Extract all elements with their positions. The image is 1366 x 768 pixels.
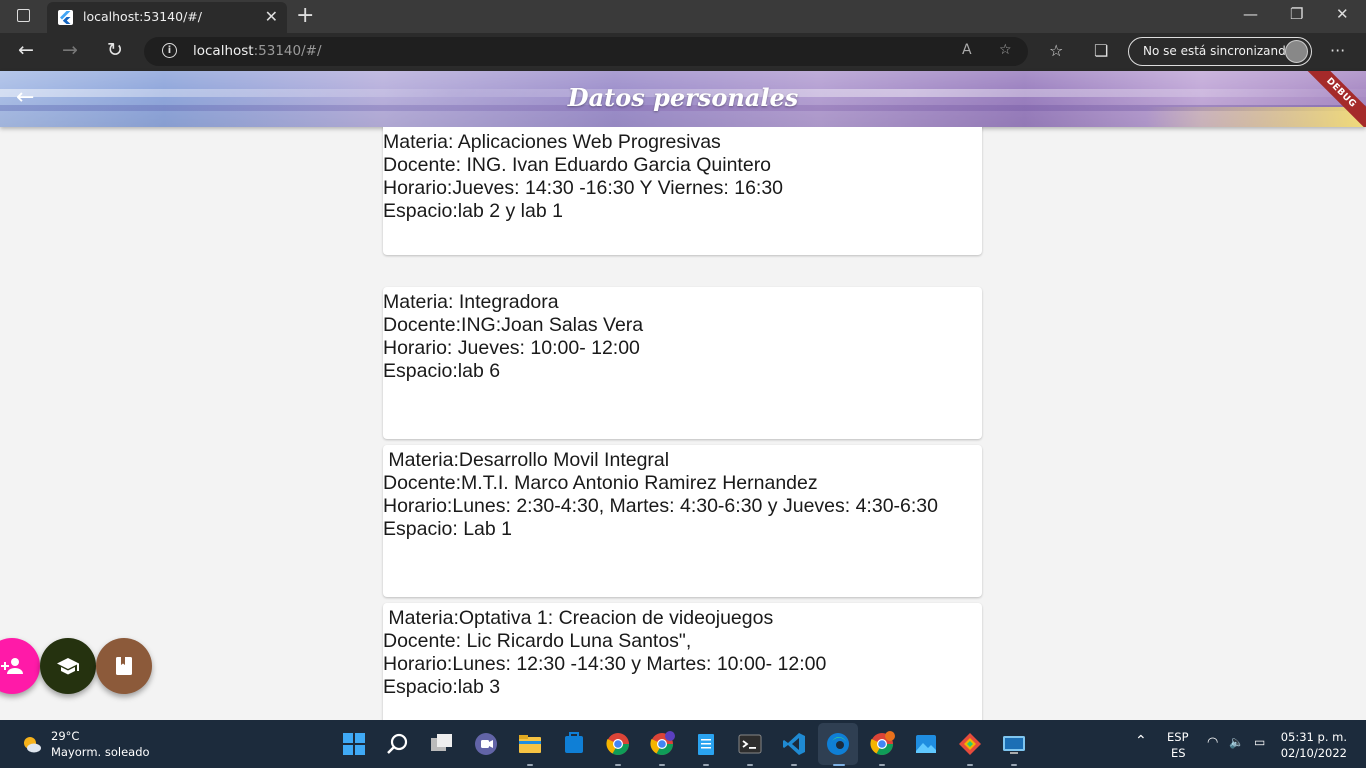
windows-taskbar: 29°C Mayorm. soleado ⌃ ESP ES ◠ 🔈 ▭ 05:3… (0, 720, 1366, 768)
course-schedule: Horario:Lunes: 12:30 -14:30 y Martes: 10… (383, 653, 827, 675)
more-menu-icon[interactable]: ··· (1330, 41, 1345, 60)
keyboard-layout[interactable]: ES (1171, 746, 1186, 760)
course-room: Espacio:lab 3 (383, 676, 501, 698)
course-card: Materia:Optativa 1: Creacion de videojue… (383, 603, 982, 720)
collections-icon[interactable]: ❏ (1094, 41, 1108, 60)
photos-icon[interactable] (913, 731, 939, 757)
new-tab-icon[interactable]: + (296, 3, 314, 28)
tab-close-icon[interactable]: ✕ (265, 7, 278, 26)
course-teacher: Docente: Lic Ricardo Luna Santos", (383, 630, 692, 652)
course-subject: Materia: Aplicaciones Web Progresivas (383, 131, 721, 153)
avatar (1285, 40, 1308, 63)
running-indicator (747, 764, 753, 766)
git-tool-icon[interactable] (957, 731, 983, 757)
wifi-icon[interactable]: ◠ (1207, 735, 1218, 750)
weather-temperature: 29°C (51, 729, 80, 743)
forward-icon: → (62, 39, 78, 61)
file-explorer-icon[interactable] (517, 731, 543, 757)
course-schedule: Horario: Jueves: 10:00- 12:00 (383, 337, 640, 359)
running-indicator (527, 764, 533, 766)
weather-sun-icon[interactable] (21, 733, 43, 755)
course-list[interactable]: Materia: Aplicaciones Web Progresivas Do… (0, 127, 1366, 720)
profile-sync-button[interactable]: No se está sincronizando (1128, 37, 1312, 66)
course-card: Materia:Desarrollo Movil Integral Docent… (383, 445, 982, 597)
running-indicator (791, 764, 797, 766)
browser-tab[interactable]: localhost:53140/#/ ✕ (47, 2, 287, 33)
add-favorite-icon[interactable]: ☆ (999, 42, 1012, 58)
browser-tab-strip: localhost:53140/#/ ✕ + — ❐ ✕ (0, 0, 1366, 33)
remote-desktop-icon[interactable] (1001, 731, 1027, 757)
person-add-icon (1, 658, 23, 674)
sync-label: No se está sincronizando (1143, 44, 1294, 58)
close-window-icon[interactable]: ✕ (1336, 5, 1349, 23)
vscode-icon[interactable] (781, 731, 807, 757)
terminal-icon[interactable] (737, 731, 763, 757)
minimize-icon[interactable]: — (1243, 5, 1258, 23)
address-bar-row: ← → ↻ i localhost:53140/#/ A ☆ ☆ ❏ No se… (0, 33, 1366, 71)
course-teacher: Docente: ING. Ivan Eduardo Garcia Quinte… (383, 154, 772, 176)
chrome-icon[interactable] (605, 731, 631, 757)
chrome-work-icon[interactable] (869, 731, 895, 757)
running-indicator (659, 764, 665, 766)
running-indicator (1011, 764, 1017, 766)
running-indicator (967, 764, 973, 766)
book-button[interactable] (96, 638, 152, 694)
back-icon[interactable]: ← (18, 39, 34, 61)
course-room: Espacio:lab 6 (383, 360, 501, 382)
course-room: Espacio:lab 2 y lab 1 (383, 200, 563, 222)
clock-time: 05:31 p. m. (1280, 730, 1347, 744)
chrome-profile-icon[interactable] (649, 731, 675, 757)
weather-condition: Mayorm. soleado (51, 745, 150, 759)
url-input[interactable]: i localhost:53140/#/ A ☆ (144, 37, 1028, 66)
running-indicator (703, 764, 709, 766)
notepad-icon[interactable] (693, 731, 719, 757)
school-icon (57, 658, 79, 675)
course-schedule: Horario:Lunes: 2:30-4:30, Martes: 4:30-6… (383, 495, 938, 517)
active-indicator (833, 764, 845, 766)
teams-chat-icon[interactable] (473, 731, 499, 757)
tab-actions-icon[interactable] (17, 9, 30, 22)
url-text: localhost:53140/#/ (193, 43, 322, 59)
language-indicator[interactable]: ESP (1167, 730, 1189, 744)
course-subject: Materia: Integradora (383, 291, 559, 313)
course-teacher: Docente:ING:Joan Salas Vera (383, 314, 644, 336)
volume-icon[interactable]: 🔈 (1229, 735, 1244, 749)
app-bar: ← Datos personales DEBUG (0, 71, 1366, 127)
show-hidden-icons-icon[interactable]: ⌃ (1135, 733, 1147, 749)
course-room: Espacio: Lab 1 (383, 518, 513, 540)
store-icon[interactable] (561, 731, 587, 757)
page-title: Datos personales (567, 83, 799, 112)
course-subject: Materia:Desarrollo Movil Integral (383, 449, 670, 471)
restore-icon[interactable]: ❐ (1290, 5, 1303, 23)
search-icon[interactable] (385, 731, 411, 757)
site-info-icon[interactable]: i (162, 43, 177, 58)
battery-icon[interactable]: ▭ (1254, 735, 1265, 749)
school-button[interactable] (40, 638, 96, 694)
refresh-icon[interactable]: ↻ (107, 39, 123, 61)
course-teacher: Docente:M.T.I. Marco Antonio Ramirez Her… (383, 472, 818, 494)
course-card: Materia: Integradora Docente:ING:Joan Sa… (383, 287, 982, 439)
system-clock[interactable]: 05:31 p. m. 02/10/2022 (1281, 729, 1347, 761)
course-card: Materia: Aplicaciones Web Progresivas Do… (383, 127, 982, 255)
clock-date: 02/10/2022 (1280, 746, 1347, 760)
edge-icon[interactable] (825, 731, 851, 757)
running-indicator (615, 764, 621, 766)
course-subject: Materia:Optativa 1: Creacion de videojue… (383, 607, 774, 629)
task-view-icon[interactable] (429, 731, 455, 757)
book-icon (116, 657, 132, 675)
running-indicator (879, 764, 885, 766)
windows-start-icon[interactable] (341, 731, 367, 757)
read-aloud-icon[interactable]: A (962, 42, 972, 58)
favorites-icon[interactable]: ☆ (1049, 41, 1063, 60)
tab-title: localhost:53140/#/ (83, 9, 202, 24)
flutter-favicon-icon (58, 10, 73, 25)
course-schedule: Horario:Jueves: 14:30 -16:30 Y Viernes: … (383, 177, 784, 199)
